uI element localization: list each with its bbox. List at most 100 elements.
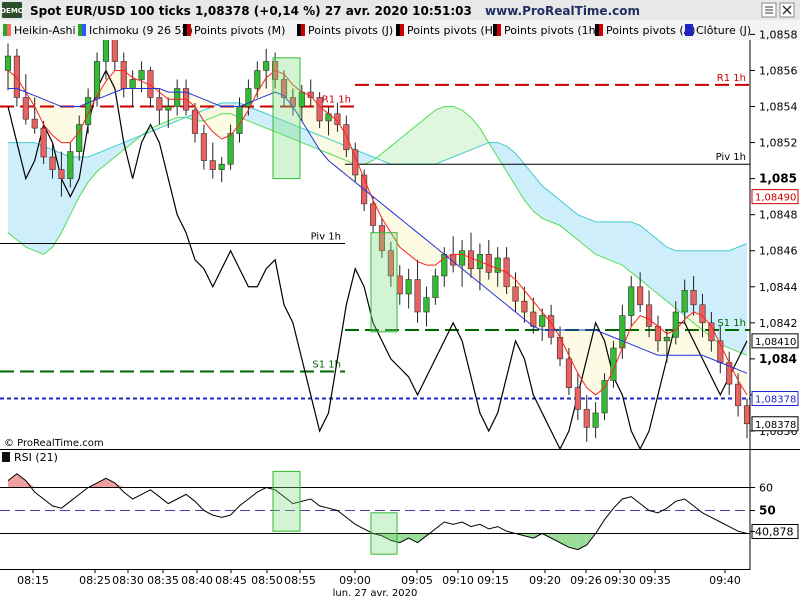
- candle-body: [735, 383, 742, 407]
- candle-body: [467, 250, 475, 270]
- candle-body: [22, 97, 29, 120]
- ichimoku-cloud-segment: [729, 247, 739, 352]
- legend-swatch: [685, 24, 689, 36]
- candle-body: [628, 286, 635, 316]
- candle-body: [646, 304, 653, 327]
- price-label-text: 1,08378: [755, 420, 796, 431]
- ichimoku-cloud-segment: [720, 250, 730, 349]
- candle-body: [369, 203, 377, 226]
- ichimoku-cloud-segment: [666, 247, 676, 309]
- candle-body: [512, 286, 519, 302]
- legend-item-label[interactable]: Points pivots (H): [407, 24, 497, 37]
- candle-body: [200, 133, 207, 161]
- y-tick-label: 1,0854: [759, 101, 798, 114]
- x-tick-label: 09:10: [442, 574, 474, 587]
- ichimoku-cloud-segment: [738, 243, 747, 356]
- legend-item-label[interactable]: Clôture (J): [696, 24, 751, 37]
- x-tick-label: 08:45: [215, 574, 247, 587]
- candle-body: [31, 118, 38, 129]
- y-tick-label: 1,0842: [759, 317, 798, 330]
- x-tick-label: 08:30: [112, 574, 144, 587]
- chart-canvas: DEMO Spot EUR/USD 100 ticks 1,08378 (+0,…: [0, 0, 800, 600]
- ichimoku-cloud-segment: [622, 221, 632, 273]
- website-label: www.ProRealTime.com: [485, 4, 640, 18]
- ichimoku-cloud-segment: [604, 221, 614, 262]
- candle-body: [13, 55, 20, 98]
- candle-body: [565, 358, 572, 389]
- legend-swatch: [689, 24, 693, 36]
- legend-swatch: [396, 24, 400, 36]
- ichimoku-cloud-segment: [595, 221, 605, 258]
- candle-body: [414, 279, 421, 313]
- x-tick-label: 09:26: [570, 574, 602, 587]
- candle-body: [672, 311, 679, 338]
- x-tick-label: 08:15: [17, 574, 49, 587]
- candle-body: [236, 106, 243, 134]
- y-tick-label: 1,085: [759, 172, 797, 186]
- candle-body: [743, 405, 750, 425]
- candle-body: [539, 315, 546, 327]
- x-tick-label: 09:30: [604, 574, 636, 587]
- pivot-label: R1 1h: [322, 95, 351, 106]
- y-tick-label: 1,0848: [759, 209, 798, 222]
- candle-body: [120, 61, 127, 89]
- legend: Heikin-Ashi Ichimoku (9 26 52) Points pivo…: [3, 24, 751, 37]
- legend-swatch: [78, 24, 82, 36]
- candle-body: [49, 156, 56, 170]
- x-tick-label: 08:50: [251, 574, 283, 587]
- ichimoku-cloud-segment: [453, 106, 463, 157]
- candle-body: [459, 250, 466, 266]
- candle-body: [102, 40, 109, 62]
- rsi-title: RSI (21): [14, 451, 58, 464]
- candle-body: [316, 97, 323, 122]
- x-tick-label: 08:40: [181, 574, 213, 587]
- candle-body: [174, 88, 181, 107]
- candle-body: [583, 409, 590, 428]
- pivot-label: S1 1h: [717, 318, 746, 329]
- candle-body: [601, 380, 608, 414]
- ichimoku-cloud-segment: [417, 117, 427, 165]
- x-tick-label: 09:00: [339, 574, 371, 587]
- candle-body: [156, 97, 163, 111]
- price-label-text: 1,08378: [755, 395, 796, 406]
- y-tick-label: 1,0858: [759, 28, 798, 41]
- x-tick-label: 09:40: [709, 574, 741, 587]
- candle-body: [227, 133, 234, 165]
- y-tick-label: 1,084: [759, 352, 797, 366]
- legend-swatch: [3, 24, 7, 36]
- pivot-label: R1 1h: [717, 73, 746, 84]
- candle-body: [191, 109, 199, 134]
- legend-swatch: [183, 24, 187, 36]
- legend-swatch: [187, 24, 191, 36]
- ichimoku-cloud-segment: [8, 142, 17, 240]
- x-tick-label: 09:05: [401, 574, 433, 587]
- pivot-label: Piv 1h: [311, 232, 341, 243]
- legend-item-label[interactable]: Ichimoku (9 26 52): [89, 24, 193, 37]
- price-label-text: 1,08410: [755, 337, 796, 348]
- candle-body: [396, 275, 403, 295]
- legend-item-label[interactable]: Points pivots (J): [308, 24, 393, 37]
- ichimoku-cloud-segment: [426, 110, 436, 165]
- rsi-tick-label: 60: [759, 482, 773, 495]
- candle-body: [263, 61, 270, 71]
- candle-body: [699, 304, 706, 324]
- x-tick-label: 09:35: [639, 574, 671, 587]
- legend-swatch: [400, 24, 404, 36]
- candle-body: [165, 106, 172, 111]
- candle-body: [494, 257, 501, 273]
- y-tick-label: 1,0856: [759, 64, 798, 77]
- legend-item-label[interactable]: Points pivots (A): [606, 24, 695, 37]
- rsi-legend-swatch: [2, 452, 10, 462]
- legend-item-label[interactable]: Points pivots (1h): [504, 24, 600, 37]
- candle-body: [432, 275, 439, 298]
- candle-body: [708, 322, 715, 342]
- y-tick-label: 1,0852: [759, 137, 798, 150]
- legend-item-label[interactable]: Points pivots (M): [194, 24, 285, 37]
- candle-body: [58, 169, 65, 179]
- ichimoku-cloud-segment: [34, 142, 44, 255]
- chart-title: Spot EUR/USD 100 ticks 1,08378 (+0,14 %)…: [30, 4, 472, 18]
- x-tick-label: 09:15: [477, 574, 509, 587]
- highlight-zone: [272, 470, 301, 532]
- legend-item-label[interactable]: Heikin-Ashi: [14, 24, 76, 37]
- y-tick-label: 1,0844: [759, 281, 798, 294]
